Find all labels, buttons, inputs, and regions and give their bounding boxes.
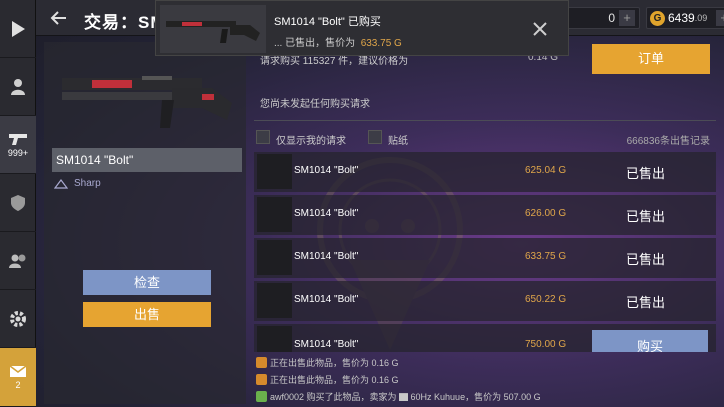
listing-row: SM1014 "Bolt" 625.04 G 已售出 xyxy=(254,152,716,192)
buyer-icon xyxy=(256,391,267,402)
close-icon[interactable] xyxy=(528,17,552,41)
gold-amount: 6439 xyxy=(668,11,695,25)
item-name: SM1014 "Bolt" xyxy=(52,148,242,172)
listing-name: SM1014 "Bolt" xyxy=(294,165,359,176)
play-icon xyxy=(12,20,25,37)
page-title: 交易：SM xyxy=(84,13,166,32)
order-button[interactable]: 订单 xyxy=(592,44,710,74)
listing-row: SM1014 "Bolt" 633.75 G 已售出 xyxy=(254,238,716,278)
user-icon xyxy=(11,78,25,95)
buy-button[interactable]: 购买 xyxy=(592,330,708,352)
friends-button[interactable] xyxy=(0,232,36,290)
activity-text: 正在出售此物品，售价为 xyxy=(270,375,370,385)
currency-counter: 0 + xyxy=(564,7,640,29)
listing-status: 已售出 xyxy=(626,295,666,310)
notification-title: SM1014 "Bolt" 已购买 xyxy=(274,16,381,28)
listing-thumbnail xyxy=(257,240,292,275)
add-currency-button[interactable]: + xyxy=(619,10,635,26)
friends-icon xyxy=(9,254,26,268)
activity-text: 正在出售此物品，售价为 xyxy=(270,358,370,368)
shield-icon xyxy=(11,194,25,211)
inspect-button[interactable]: 检查 xyxy=(83,270,211,295)
item-panel: SM1014 "Bolt" Sharp 检查 出售 xyxy=(44,42,246,404)
notification-text: ... 已售出，售价为 xyxy=(274,38,356,49)
item-quality-label: Sharp xyxy=(74,178,101,189)
activity-price: 507.00 G xyxy=(503,391,541,402)
listing-row: SM1014 "Bolt" 750.00 G 购买 xyxy=(254,324,716,352)
activity-log-item: 正在出售此物品，售价为 0.16 G xyxy=(256,356,399,369)
gear-icon xyxy=(10,310,26,327)
seller-icon xyxy=(256,357,267,368)
notification-body: ... 已售出，售价为 633.75 G xyxy=(274,34,402,49)
listing-price: 626.00 G xyxy=(525,208,567,219)
sidebar: 999+ 2 xyxy=(0,0,36,407)
add-gold-button[interactable]: + xyxy=(716,10,724,26)
gun-icon xyxy=(9,133,27,145)
item-quality: Sharp xyxy=(54,178,101,189)
divider xyxy=(254,120,716,121)
listing-price: 625.04 G xyxy=(525,165,567,176)
notification-price: 633.75 G xyxy=(360,38,402,49)
listing-name: SM1014 "Bolt" xyxy=(294,251,359,262)
settings-button[interactable] xyxy=(0,290,36,348)
listing-name: SM1014 "Bolt" xyxy=(294,294,359,305)
show-my-requests-label: 仅显示我的请求 xyxy=(276,136,346,147)
listing-status: 已售出 xyxy=(626,166,666,181)
stickers-label: 贴纸 xyxy=(388,136,408,147)
shotgun-thumbnail xyxy=(160,5,266,53)
stickers-checkbox[interactable] xyxy=(368,130,382,144)
sales-record-count: 666836条出售记录 xyxy=(626,136,710,147)
mail-count-badge: 2 xyxy=(15,379,21,390)
activity-log-item: 正在出售此物品，售价为 0.16 G xyxy=(256,373,399,386)
activity-log-item: awf0002 购买了此物品，卖家为 ▇ 60Hz Kuhuue，售价为 507… xyxy=(256,390,541,403)
listing-status: 已售出 xyxy=(626,209,666,224)
seller-icon xyxy=(256,374,267,385)
shotgun-image xyxy=(62,76,232,128)
listing-price: 650.22 G xyxy=(525,294,567,305)
listing-thumbnail xyxy=(257,197,292,232)
mail-button[interactable]: 2 xyxy=(0,348,36,407)
inventory-count-badge: 999+ xyxy=(7,147,29,158)
activity-price: 0.16 G xyxy=(371,374,399,385)
activity-price: 0.16 G xyxy=(371,357,399,368)
listing-thumbnail xyxy=(257,283,292,318)
listing-status: 已售出 xyxy=(626,252,666,267)
quality-icon xyxy=(54,178,68,189)
gold-counter: G 6439 .09 + xyxy=(646,7,724,29)
listing-price: 750.00 G xyxy=(525,339,567,350)
sell-button[interactable]: 出售 xyxy=(83,302,211,327)
mail-icon xyxy=(9,364,27,377)
listing-thumbnail xyxy=(257,154,292,189)
play-button[interactable] xyxy=(0,0,36,58)
show-my-requests-checkbox[interactable] xyxy=(256,130,270,144)
back-arrow-icon[interactable] xyxy=(50,9,68,27)
listing-name: SM1014 "Bolt" xyxy=(294,339,359,350)
purchase-notification: SM1014 "Bolt" 已购买 ... 已售出，售价为 633.75 G xyxy=(155,0,569,56)
market-panel: 请求购买 115327 件，建议价格为 0.14 G 订单 您尚未发起任何购买请… xyxy=(250,42,724,407)
currency-amount: 0 xyxy=(608,11,615,25)
listing-row: SM1014 "Bolt" 650.22 G 已售出 xyxy=(254,281,716,321)
listing-thumbnail xyxy=(257,326,292,352)
listing-name: SM1014 "Bolt" xyxy=(294,208,359,219)
listing-price: 633.75 G xyxy=(525,251,567,262)
listing-row: SM1014 "Bolt" 626.00 G 已售出 xyxy=(254,195,716,235)
activity-text: awf0002 购买了此物品，卖家为 ▇ 60Hz Kuhuue，售价为 xyxy=(270,392,502,402)
gold-decimal: .09 xyxy=(694,13,708,23)
clan-button[interactable] xyxy=(0,174,36,232)
inventory-button[interactable]: 999+ xyxy=(0,116,36,174)
profile-button[interactable] xyxy=(0,58,36,116)
no-request-text: 您尚未发起任何购买请求 xyxy=(260,99,370,110)
gold-coin-icon: G xyxy=(650,10,665,26)
